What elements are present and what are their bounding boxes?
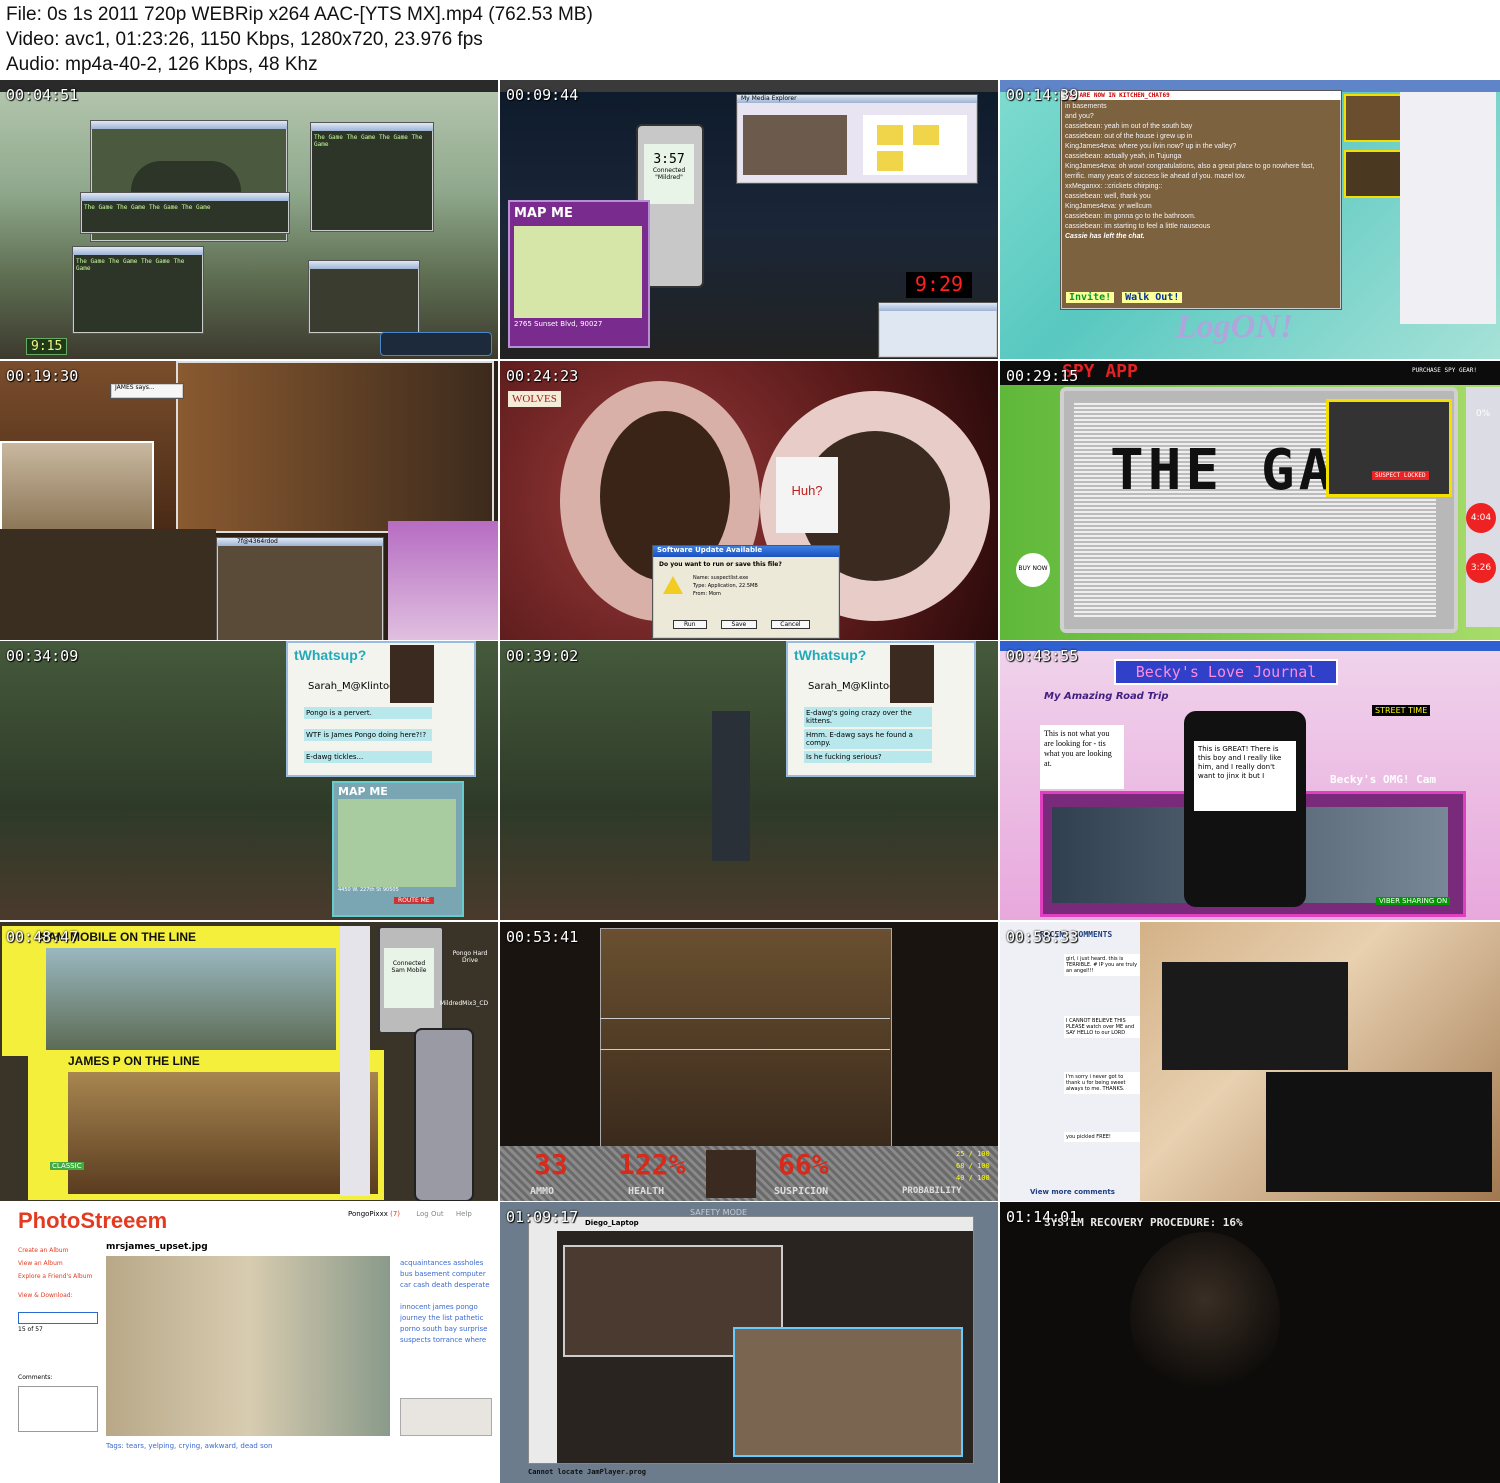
journal-title: Becky's Love Journal	[1114, 659, 1338, 685]
thumbnail-10[interactable]: 00:53:41 33 AMMO 122% HEALTH 66% SUSPICI…	[500, 922, 998, 1201]
explore-link[interactable]: Explore a Friend's Album	[18, 1270, 92, 1283]
thumbnail-7[interactable]: 00:39:02 tWhatsup? Sarah_M@Klintock E-da…	[500, 641, 998, 920]
audio-line: Audio: mp4a-40-2, 126 Kbps, 48 Khz	[6, 54, 318, 75]
timestamp: 00:39:02	[506, 647, 579, 665]
cam-label: Becky's OMG! Cam	[1330, 773, 1436, 786]
counter-1: 4:04	[1466, 503, 1496, 533]
thumbnail-grid: 00:04:51 The Game The Game The Game The …	[0, 80, 1500, 1483]
timestamp: 00:19:30	[6, 367, 79, 385]
thumbnail-14[interactable]: 01:14:01 SYSTEM RECOVERY PROCEDURE: 16%	[1000, 1202, 1500, 1483]
map-me-panel: MAP ME 2765 Sunset Blvd, 90027	[508, 200, 650, 348]
walk-out-button[interactable]: Walk Out!	[1122, 292, 1183, 303]
timestamp: 00:09:44	[506, 86, 579, 104]
suspect-locked-badge: SUSPECT LOCKED	[1372, 471, 1429, 480]
thumbnail-13[interactable]: 01:09:17 SAFETY MODE Diego_Laptop Cannot…	[500, 1202, 998, 1483]
clock-display: 9:15	[26, 338, 68, 355]
msn-window: 7f@4364rdod	[216, 537, 384, 640]
timestamp: 00:14:39	[1006, 86, 1079, 104]
timestamp: 00:53:41	[506, 928, 579, 946]
invite-button[interactable]: Invite!	[1066, 292, 1115, 303]
thumbnail-6[interactable]: 00:34:09 tWhatsup? Sarah_M@Klintock Pong…	[0, 641, 498, 920]
logout-link[interactable]: Log Out	[416, 1210, 443, 1218]
map-panel-2: MAP ME 4450 W. 227th St 90505 ROUTE ME	[332, 781, 464, 917]
create-album-link[interactable]: Create an Album	[18, 1244, 92, 1257]
thumbnail-12[interactable]: PhotoStreeem PongoPixxx (7) Log Out Help…	[0, 1202, 498, 1483]
trip-heading: My Amazing Road Trip	[1044, 691, 1169, 702]
video-line: Video: avc1, 01:23:26, 1150 Kbps, 1280x7…	[6, 29, 483, 50]
route-button[interactable]: ROUTE ME	[394, 897, 434, 904]
timestamp: 00:34:09	[6, 647, 79, 665]
help-link[interactable]: Help	[456, 1210, 472, 1218]
jsays-bar: JAMES says...	[110, 383, 184, 399]
thumbnail-2[interactable]: 00:14:39 YOU ARE NOW IN KITCHEN_CHAT69 i…	[1000, 80, 1500, 359]
thumbnail-4[interactable]: 00:24:23 WOLVES Huh? Software Update Ava…	[500, 361, 998, 640]
thumbnail-9[interactable]: 00:48:47 SAM MOBILE ON THE LINE JAMES P …	[0, 922, 498, 1201]
user-name: PongoPixxx	[348, 1210, 388, 1218]
counter-2: 3:26	[1466, 553, 1496, 583]
timestamp: 00:43:55	[1006, 647, 1079, 665]
whatsup-panel: tWhatsup? Sarah_M@Klintock Pongo is a pe…	[286, 641, 476, 777]
game-window-1: The Game The Game The Game The Game	[310, 122, 434, 232]
cd-label: MildredMix3_CD	[440, 1000, 489, 1007]
doom-hud: 33 AMMO 122% HEALTH 66% SUSPICION 25 / 1…	[500, 1146, 998, 1201]
thumbnail-8[interactable]: 00:43:55 Becky's Love Journal My Amazing…	[1000, 641, 1500, 920]
thumbnail-5[interactable]: 00:29:15 SPY APP PURCHASE SPY GEAR! THE …	[1000, 361, 1500, 640]
view-more-link[interactable]: View more comments	[1030, 1188, 1115, 1196]
timestamp: 01:09:17	[506, 1208, 579, 1226]
blackberry: This is GREAT! There is this boy and I r…	[1184, 711, 1306, 907]
thumbnail-1[interactable]: 00:09:44 My Media Explorer 3:57 Connecte…	[500, 80, 998, 359]
view-album-link[interactable]: View an Album	[18, 1257, 92, 1270]
timestamp: 01:14:01	[1006, 1208, 1079, 1226]
file-info-header: File: 0s 1s 2011 720p WEBRip x264 AAC-[Y…	[0, 0, 1500, 80]
media-explorer-window: My Media Explorer	[736, 94, 978, 184]
thumbnail-0[interactable]: 00:04:51 The Game The Game The Game The …	[0, 80, 498, 359]
chat-window: YOU ARE NOW IN KITCHEN_CHAT69 in basemen…	[1060, 90, 1342, 310]
phone-sam: Connected Sam Mobile	[378, 926, 444, 1034]
timestamp: 00:04:51	[6, 86, 79, 104]
update-dialog: Software Update Available Do you want to…	[652, 545, 840, 639]
timestamp: 00:29:15	[1006, 367, 1079, 385]
call-window-2: JAMES P ON THE LINE CLASSIC	[28, 1050, 384, 1200]
save-button[interactable]: Save	[720, 620, 758, 629]
paper-note: Huh?	[776, 457, 838, 533]
digital-clock: 9:29	[906, 272, 972, 298]
whatsup-panel: tWhatsup? Sarah_M@Klintock E-dawg's goin…	[786, 641, 976, 777]
quote-box: This is not what you are looking for - t…	[1040, 725, 1124, 789]
thumbnail-3[interactable]: 00:19:30 JAMES says... 7f@4364rdod	[0, 361, 498, 640]
timestamp: 00:48:47	[6, 928, 79, 946]
cancel-button[interactable]: Cancel	[771, 620, 810, 629]
buy-now-burst[interactable]: BUY NOW	[1016, 553, 1050, 587]
wolves-sign: WOLVES	[508, 391, 561, 407]
error-message: Cannot locate JamPlayer.prog	[528, 1468, 647, 1476]
run-button[interactable]: Run	[673, 620, 707, 629]
probability-readout: 0%	[1476, 409, 1491, 419]
timestamp: 00:58:33	[1006, 928, 1079, 946]
street-time: STREET TIME	[1372, 705, 1431, 716]
hard-drive-label: Pongo Hard Drive	[452, 950, 488, 964]
diego-laptop-window: Diego_Laptop	[528, 1216, 974, 1464]
timestamp: 00:24:23	[506, 367, 579, 385]
comments-column: RECENT COMMENTS girl, i just heard. this…	[1000, 922, 1140, 1201]
photostream-logo: PhotoStreeem	[18, 1208, 168, 1233]
comments-input[interactable]	[18, 1386, 98, 1432]
file-line: File: 0s 1s 2011 720p WEBRip x264 AAC-[Y…	[6, 4, 593, 25]
viber-sharing: VIBER SHARING ON	[1376, 897, 1451, 905]
thumbnail-11[interactable]: 00:58:33 RECENT COMMENTS girl, i just he…	[1000, 922, 1500, 1201]
logon-logo: LogON!	[1176, 308, 1294, 345]
purchase-link[interactable]: PURCHASE SPY GEAR!	[1412, 367, 1477, 374]
